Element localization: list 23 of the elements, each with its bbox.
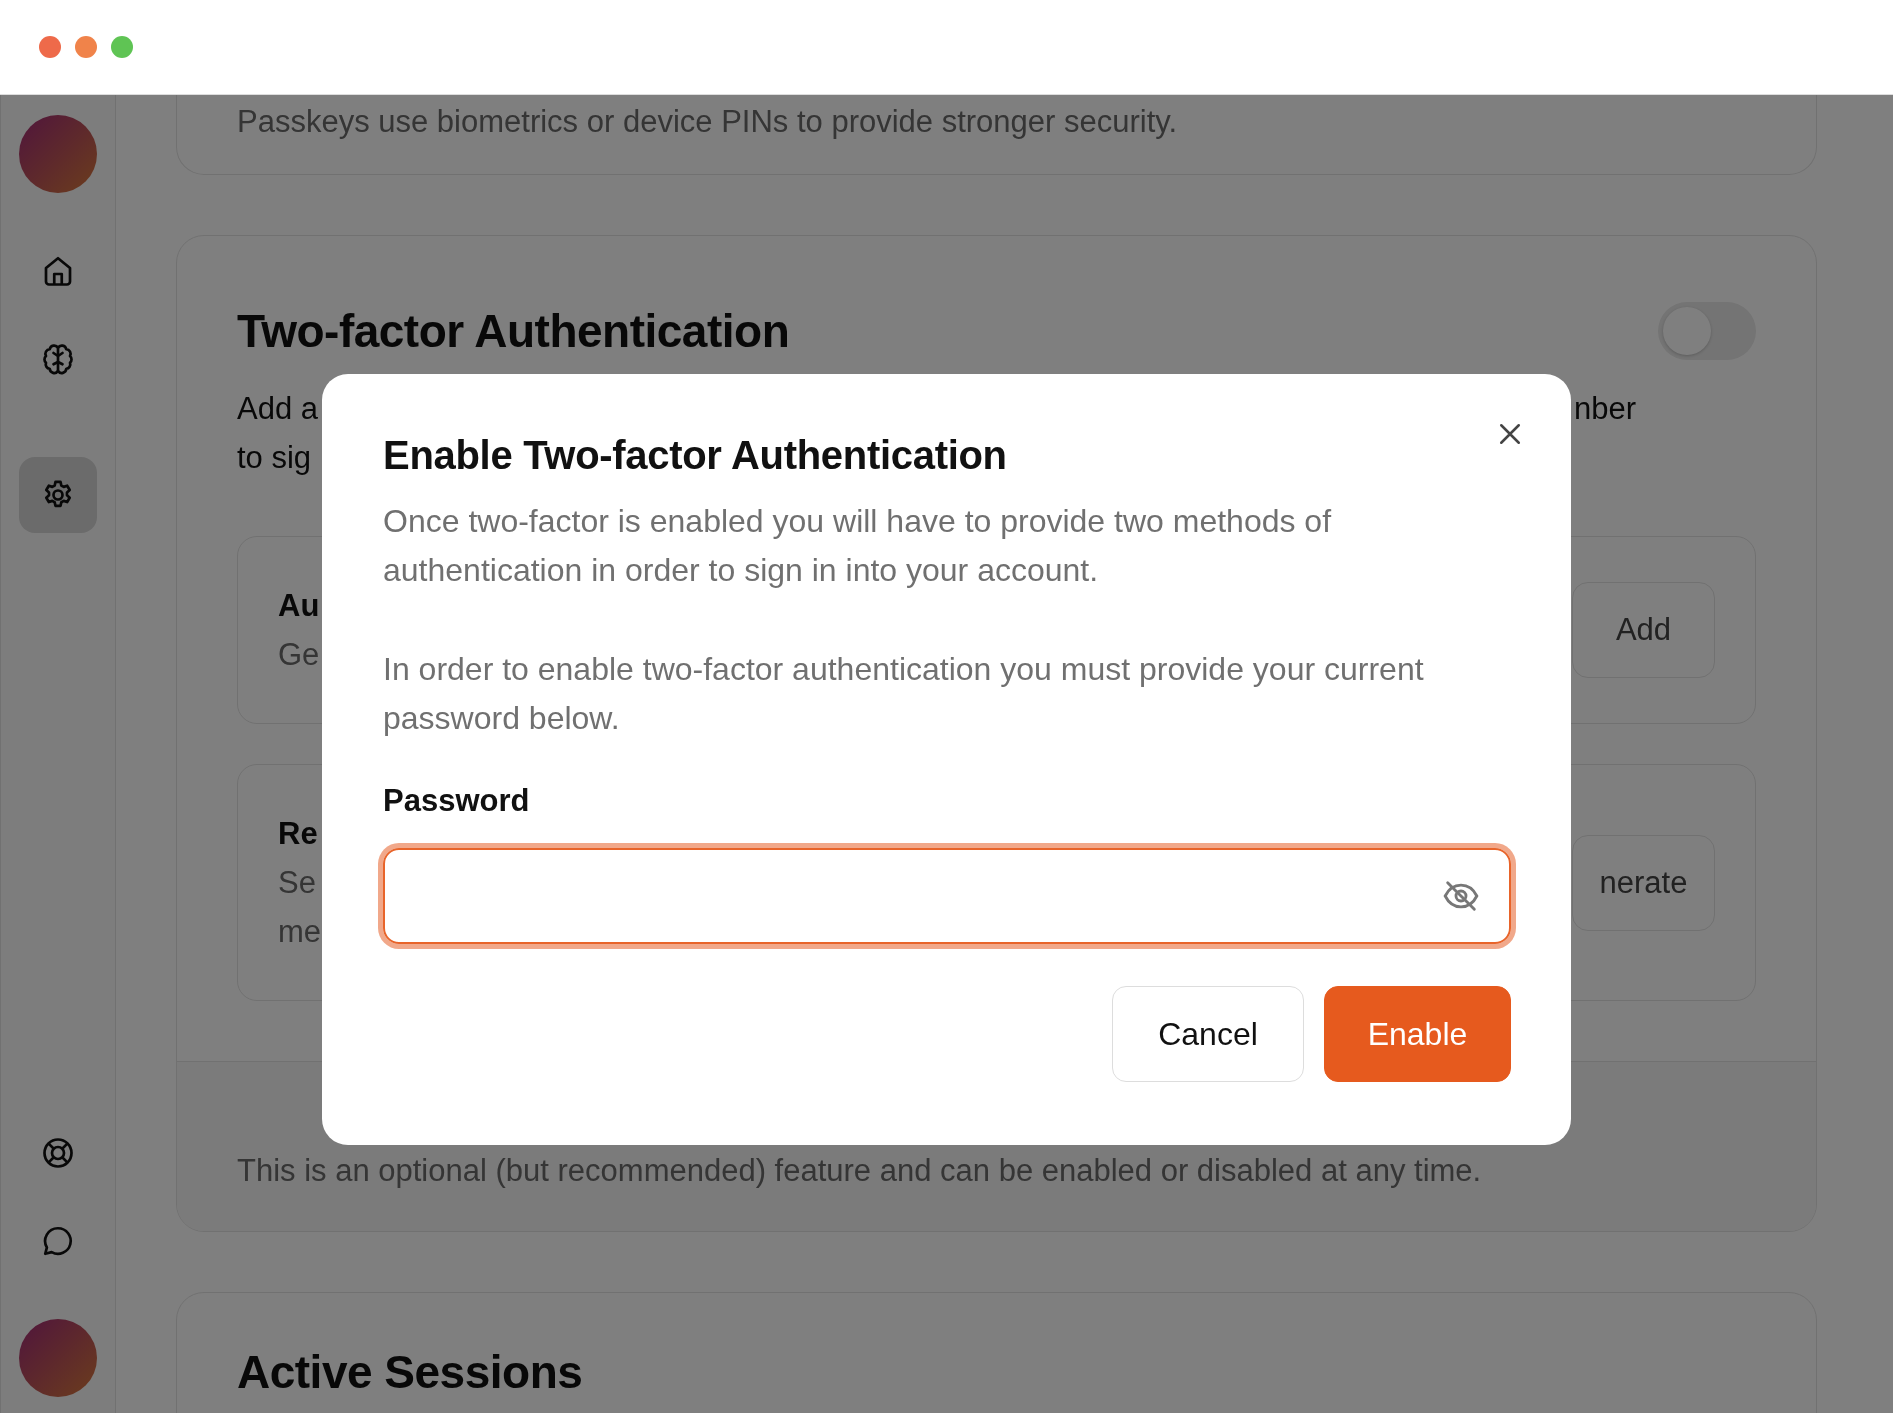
section-title: Active Sessions	[237, 1345, 584, 1399]
method-title: Re	[278, 815, 319, 853]
cancel-button[interactable]: Cancel	[1112, 986, 1304, 1082]
field-label: Password	[383, 783, 531, 819]
method-description: Ge	[278, 636, 320, 674]
method-description: Se	[278, 864, 317, 902]
minimize-window-icon[interactable]	[75, 36, 97, 58]
description-text: to sig	[237, 439, 312, 477]
description-text: Add a	[237, 390, 318, 428]
settings-icon[interactable]	[19, 457, 97, 533]
footer-text: This is an optional (but recommended) feature and can be enabled or disabled at any time.	[237, 1153, 1482, 1188]
dialog-text: Once two-factor is enabled you will have to provide two methods of authentication in order to sign in into your account.	[383, 502, 1333, 590]
dialog-text: In order to enable two-factor authentication you must provide your current password below.	[383, 650, 1425, 738]
description-text: nber	[1573, 390, 1636, 428]
method-button[interactable]: Add	[1572, 582, 1715, 678]
method-description: me	[278, 913, 322, 951]
method-button[interactable]: nerate	[1572, 834, 1715, 931]
section-title: Two-factor Authentication	[237, 304, 790, 358]
enable-button[interactable]: Enable	[1324, 986, 1511, 1082]
close-window-icon[interactable]	[39, 36, 61, 58]
method-title: Au	[278, 587, 320, 625]
passkeys-description: Passkeys use biometrics or device PINs to provide stronger security.	[237, 103, 1179, 141]
dialog-title: Enable Two-factor Authentication	[383, 432, 1008, 478]
